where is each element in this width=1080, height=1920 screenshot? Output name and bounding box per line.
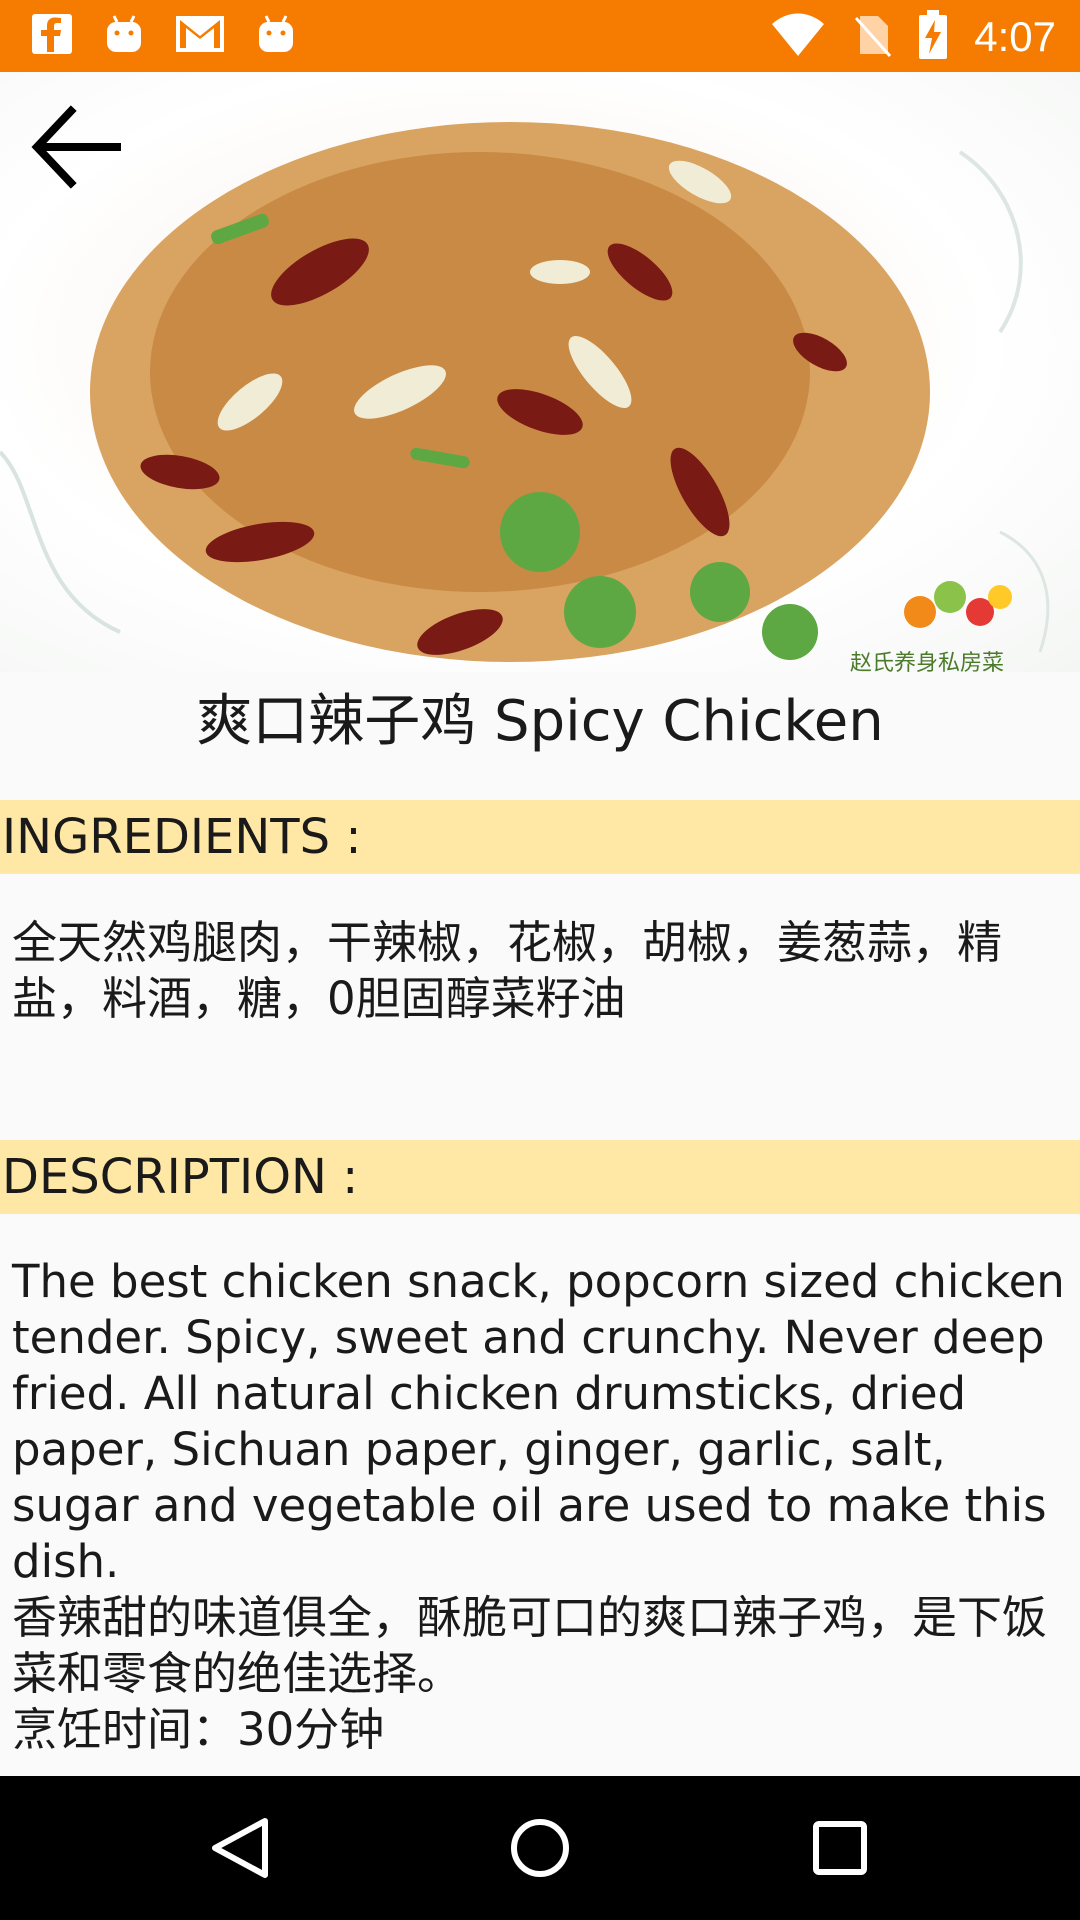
nav-back-button[interactable] [192, 1798, 292, 1898]
nav-home-button[interactable] [490, 1798, 590, 1898]
wifi-icon [770, 12, 826, 62]
gmail-icon [174, 12, 226, 60]
clock: 4:07 [974, 13, 1056, 60]
dish-illustration: 赵氏养身私房菜 [0, 122, 1050, 672]
back-triangle-icon [212, 1818, 268, 1878]
back-button[interactable] [20, 92, 130, 202]
no-sim-icon [852, 12, 892, 62]
facebook-icon [30, 12, 74, 60]
description-header: DESCRIPTION : [0, 1140, 1080, 1214]
recents-square-icon [813, 1821, 867, 1875]
nav-recents-button[interactable] [790, 1798, 890, 1898]
recipe-photo: 赵氏养身私房菜 [0, 72, 1080, 672]
description-text: The best chicken snack, popcorn sized ch… [12, 1255, 1065, 1756]
brand-watermark: 赵氏养身私房菜 [850, 651, 1004, 672]
navigation-bar [0, 1776, 1080, 1920]
notification-icons [30, 12, 296, 60]
ingredients-text: 全天然鸡腿肉，干辣椒，花椒，胡椒，姜葱蒜，精盐，料酒，糖，0胆固醇菜籽油 [12, 916, 1003, 1025]
battery-charging-icon [918, 10, 948, 64]
status-bar: 4:07 [0, 0, 1080, 72]
home-circle-icon [511, 1819, 569, 1877]
ingredients-header: INGREDIENTS : [0, 800, 1080, 874]
android-icon [256, 12, 296, 60]
android-icon [104, 12, 144, 60]
system-status-icons: 4:07 [770, 10, 1056, 64]
recipe-title: 爽口辣子鸡 Spicy Chicken [196, 689, 884, 754]
arrow-back-icon [31, 105, 121, 189]
brand-logo: 赵氏养身私房菜 [850, 581, 1012, 672]
